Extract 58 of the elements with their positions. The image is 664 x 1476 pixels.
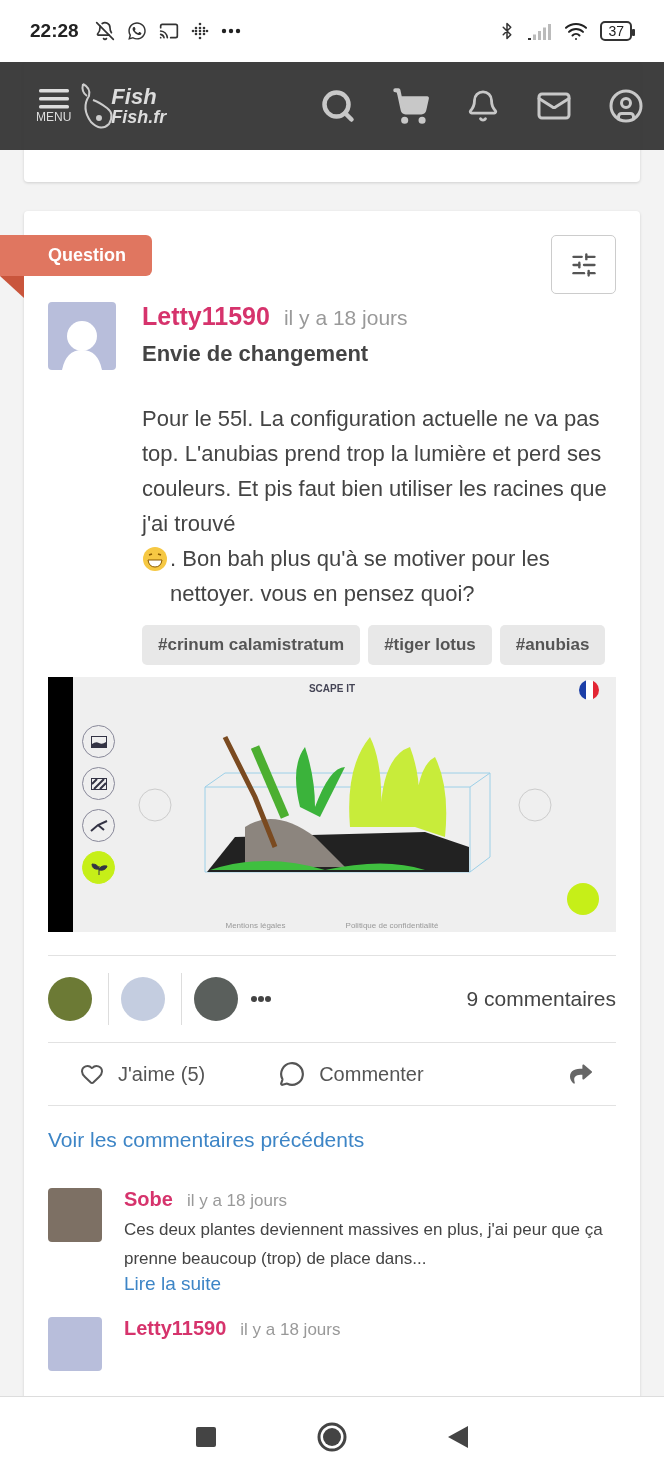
question-badge: Question: [0, 235, 152, 276]
comment-text: Ces deux plantes deviennent massives en plus, j'ai peur que ça prenne beaucoup (trop) de place dans...: [124, 1219, 604, 1270]
comment-time: il y a 18 jours: [240, 1320, 341, 1339]
cart-button[interactable]: [392, 87, 430, 125]
dotted-grid-icon: [190, 22, 209, 40]
menu-button[interactable]: MENU: [36, 89, 72, 123]
more-dots-icon: [220, 28, 241, 34]
account-button[interactable]: [608, 88, 644, 124]
grinning-face-icon: [142, 546, 168, 572]
picture-icon: [90, 735, 107, 748]
site-logo[interactable]: Fish Fish.fr: [77, 78, 167, 134]
avatar-photo: [48, 977, 92, 1021]
square-icon[interactable]: [196, 1426, 216, 1447]
avatar-silhouette: [48, 1317, 102, 1371]
status-time: 22:28: [30, 20, 79, 42]
home-circle-icon[interactable]: [316, 1420, 348, 1453]
app-title: SCAPE IT: [307, 683, 357, 694]
previous-comments-link[interactable]: Voir les commentaires précédents: [48, 1128, 365, 1152]
battery-level: 37: [600, 21, 632, 41]
avatar-photo: [194, 977, 238, 1021]
sliders-icon: [569, 250, 598, 279]
back-triangle-icon[interactable]: [448, 1425, 468, 1448]
ribbon-fold: [0, 276, 24, 298]
comment-count: 9 commentaires: [466, 987, 616, 1011]
branch-icon: [89, 818, 108, 833]
flag-icon: [578, 679, 600, 701]
logo-text: Fish: [111, 86, 158, 108]
hashtag[interactable]: #anubias: [499, 625, 606, 665]
comment-time: il y a 18 jours: [186, 1191, 288, 1210]
post-text: Pour le 55l. La configuration actuelle ne va pas top. L'anubias prend trop la lumière et perd ses couleurs. Et pis faut bien utiliser les racines que j'ai trouvé: [142, 405, 608, 538]
speech-bubble-icon: [279, 1061, 306, 1087]
settings-button[interactable]: [551, 235, 616, 294]
share-button[interactable]: [570, 1063, 592, 1085]
post-text: . Bon bah plus qu'à se motiver pour les nettoyer. vous en pensez quoi?: [170, 545, 551, 608]
author-name[interactable]: Sobe: [124, 1188, 173, 1210]
avatar-silhouette: [48, 302, 116, 370]
hatched-square-icon: [90, 777, 107, 790]
post-title: Envie de changement: [142, 341, 370, 367]
like-button[interactable]: J'aime (5): [80, 1062, 206, 1086]
more-dots-icon: [250, 995, 272, 1003]
logo-text: Fish.fr: [111, 108, 167, 126]
hashtag[interactable]: #tiger lotus: [368, 625, 492, 665]
hashtag[interactable]: #crinum calamistratum: [142, 625, 361, 665]
muted-bell-icon: [94, 21, 115, 41]
chat-bubble-icon: [126, 21, 147, 41]
author-name[interactable]: Letty11590: [142, 302, 270, 330]
notifications-button[interactable]: [466, 89, 500, 123]
menu-icon: [38, 89, 69, 111]
comment-button[interactable]: Commenter: [279, 1061, 424, 1087]
read-more-link[interactable]: Lire la suite: [124, 1273, 616, 1295]
avatar-silhouette: [121, 977, 165, 1021]
post-time: il y a 18 jours: [283, 306, 408, 329]
cast-icon: [158, 21, 179, 41]
author-name[interactable]: Letty11590: [124, 1317, 227, 1339]
avatar-photo: [48, 1188, 102, 1242]
heart-icon: [80, 1062, 104, 1086]
signal-icon: [528, 22, 553, 40]
search-button[interactable]: [320, 88, 356, 124]
